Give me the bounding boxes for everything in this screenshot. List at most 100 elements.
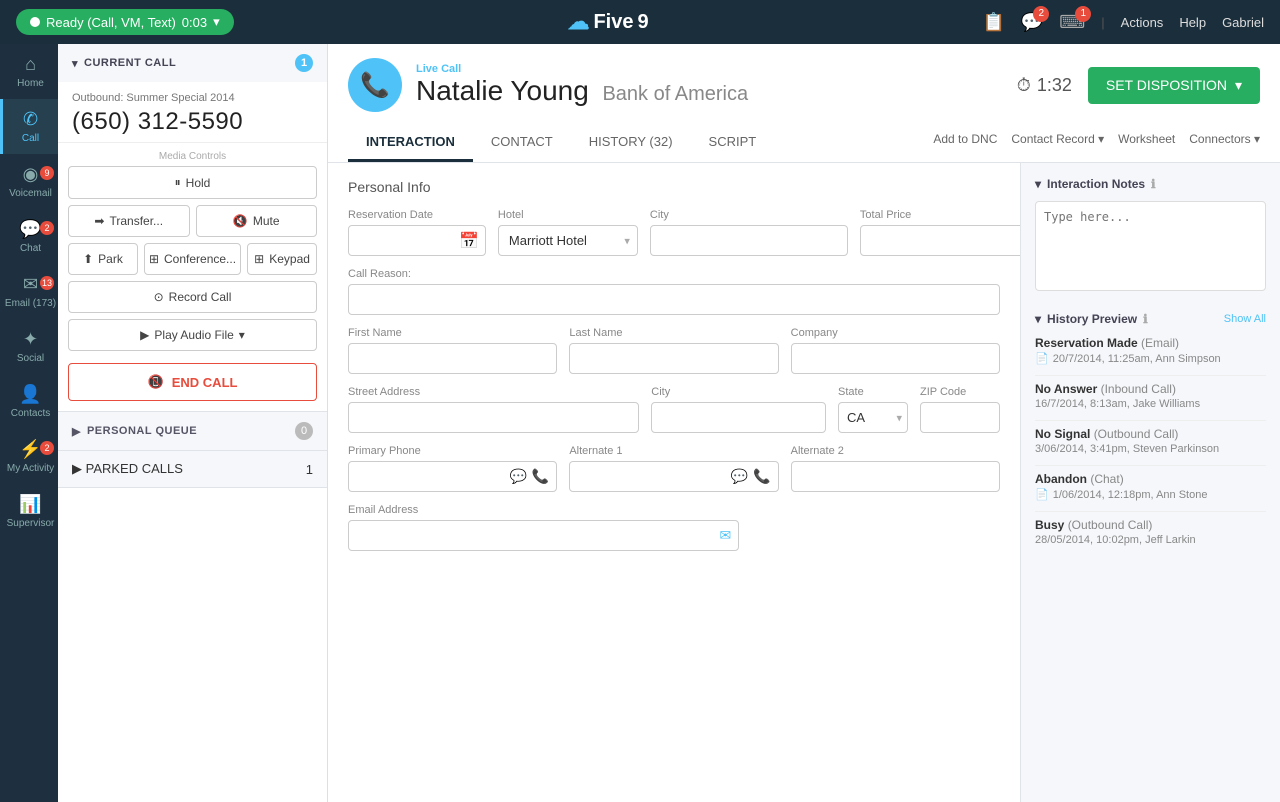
ready-label: Ready (Call, VM, Text) [46,15,176,30]
nav-item-my-activity[interactable]: ⚡ 2 My Activity [0,429,58,484]
history-preview-title-row: ▾ History Preview ℹ [1035,312,1148,326]
right-panel: ▾ Interaction Notes ℹ ▾ History Preview … [1020,163,1280,802]
record-row: ⊙ Record Call [68,281,317,313]
total-price-input[interactable]: $399.25 [860,225,1020,256]
record-call-button[interactable]: ⊙ Record Call [68,281,317,313]
personal-queue-title-wrap: ▶ PERSONAL QUEUE [72,425,197,438]
hotel-label: Hotel [498,209,638,221]
first-name-input[interactable]: Jennifer [348,343,557,374]
hold-button[interactable]: ⏸ Hold [68,166,317,199]
help-button[interactable]: Help [1179,15,1206,30]
keypad-button[interactable]: ⊞ Keypad [247,243,317,275]
call-info: Outbound: Summer Special 2014 (650) 312-… [58,82,327,142]
email-icon: ✉ [23,274,38,295]
hi-date-0: 20/7/2014, 11:25am, Ann Simpson [1053,353,1221,365]
personal-queue-header[interactable]: ▶ PERSONAL QUEUE 0 [58,412,327,450]
user-button[interactable]: Gabriel [1222,15,1264,30]
alternate2-input[interactable] [791,461,1000,492]
form-row-3: Street Address 98 Waverly Street City Su… [348,386,1000,433]
connectors-action[interactable]: Connectors [1189,132,1260,146]
contact-record-action[interactable]: Contact Record [1011,132,1104,146]
reservation-date-label: Reservation Date [348,209,486,221]
state-select[interactable]: CA NY TX [838,402,908,433]
play-audio-button[interactable]: ▶ Play Audio File ▾ [68,319,317,351]
nav-item-chat[interactable]: 💬 2 Chat [0,209,58,264]
parked-calls-header[interactable]: ▶ PARKED CALLS 1 [58,451,327,487]
notification-icon[interactable]: 💬 2 [1021,12,1043,33]
form-row-1: Reservation Date Apr 11, 2014 📅 Hotel Ma… [348,209,1000,256]
transfer-button[interactable]: ➡ Transfer... [68,205,190,237]
interaction-notes-info-icon[interactable]: ℹ [1151,177,1156,191]
hi-title-1: No Answer (Inbound Call) [1035,382,1266,396]
add-to-dnc-action[interactable]: Add to DNC [933,132,997,146]
personal-queue-section: ▶ PERSONAL QUEUE 0 [58,412,327,451]
ready-dot [30,17,40,27]
nav-item-voicemail[interactable]: ◉ 9 Voicemail [0,154,58,209]
home-icon: ⌂ [25,54,36,75]
mute-button[interactable]: 🔇 Mute [196,205,318,237]
zip-group: ZIP Code 95214 [920,386,1000,433]
alternate2-group: Alternate 2 [791,445,1000,492]
chat-wrap: 💬 2 [3,219,58,240]
topbar-center: ☁ Five 9 [567,9,648,35]
company-label: Company [791,327,1000,339]
actions-button[interactable]: Actions [1121,15,1164,30]
zip-input[interactable]: 95214 [920,402,1000,433]
history-info-icon[interactable]: ℹ [1143,312,1148,326]
nav-item-social[interactable]: ✦ Social [0,319,58,374]
city2-input[interactable]: Sunnyvale [651,402,826,433]
main-layout: ⌂ Home ✆ Call ◉ 9 Voicemail 💬 2 Chat ✉ 1… [0,44,1280,802]
nav-item-supervisor[interactable]: 📊 Supervisor [0,484,58,539]
logo-text: Five [593,11,633,34]
end-call-button[interactable]: 📵 END CALL [68,363,317,401]
company-input[interactable]: Bank of America [791,343,1000,374]
current-call-badge: 1 [295,54,313,72]
primary-chat-icon[interactable]: 💬 [509,468,526,485]
hi-title-4: Busy (Outbound Call) [1035,518,1266,532]
alt1-chat-icon[interactable]: 💬 [731,468,748,485]
reservation-date-input[interactable]: Apr 11, 2014 [349,226,459,255]
email-group: Email Address jennifer.stockton.com ✉ [348,504,739,551]
street-address-input[interactable]: 98 Waverly Street [348,402,639,433]
hi-event-0: Reservation Made [1035,336,1138,350]
primary-call-icon[interactable]: 📞 [532,468,549,485]
conference-button[interactable]: ⊞ Conference... [144,243,241,275]
city-input[interactable]: New York, NY [650,225,848,256]
tab-contact[interactable]: CONTACT [473,124,571,162]
city-group: City New York, NY [650,209,848,256]
ready-dropdown-icon[interactable]: ▾ [213,14,220,30]
nav-item-home[interactable]: ⌂ Home [0,44,58,99]
hotel-select[interactable]: Marriott Hotel Hilton Hotel Holiday Inn [498,225,638,256]
set-disposition-button[interactable]: SET DISPOSITION ▾ [1088,67,1260,104]
outbound-label: Outbound: Summer Special 2014 [72,92,313,104]
nav-item-contacts[interactable]: 👤 Contacts [0,374,58,429]
alt1-call-icon[interactable]: 📞 [753,468,770,485]
caller-company: Bank of America [602,83,748,105]
email-input[interactable]: jennifer.stockton.com [348,520,739,551]
call-reason-input[interactable]: Hotel reservation to be rebooked to a di… [348,284,1000,315]
calendar-icon[interactable]: 📅 [459,231,485,251]
interaction-notes-input[interactable] [1035,201,1266,291]
nav-item-call[interactable]: ✆ Call [0,99,58,154]
worksheet-action[interactable]: Worksheet [1118,132,1175,146]
interaction-notes-section: ▾ Interaction Notes ℹ [1035,177,1266,294]
history-preview-header: ▾ History Preview ℹ Show All [1035,312,1266,326]
last-name-input[interactable]: Stockton [569,343,778,374]
chat-badge: 2 [40,221,54,235]
park-conf-key-row: ⬆ Park ⊞ Conference... ⊞ Keypad [68,243,317,275]
show-all-button[interactable]: Show All [1224,313,1266,325]
topbar-left: Ready (Call, VM, Text) 0:03 ▾ [16,9,234,35]
tab-script[interactable]: SCRIPT [691,124,775,162]
caller-info: 📞 Live Call Natalie Young Bank of Americ… [348,58,748,112]
parked-chevron: ▶ [72,461,82,476]
park-button[interactable]: ⬆ Park [68,243,138,275]
current-call-header[interactable]: ▾ CURRENT CALL 1 [58,44,327,82]
tab-interaction[interactable]: INTERACTION [348,124,473,162]
keyboard-icon[interactable]: ⌨ 1 [1059,12,1085,33]
email-send-icon[interactable]: ✉ [719,527,731,544]
tab-history[interactable]: HISTORY (32) [571,124,691,162]
clipboard-icon[interactable]: 📋 [982,12,1004,33]
ready-badge[interactable]: Ready (Call, VM, Text) 0:03 ▾ [16,9,234,35]
street-address-label: Street Address [348,386,639,398]
nav-item-email[interactable]: ✉ 13 Email (173) [0,264,58,319]
